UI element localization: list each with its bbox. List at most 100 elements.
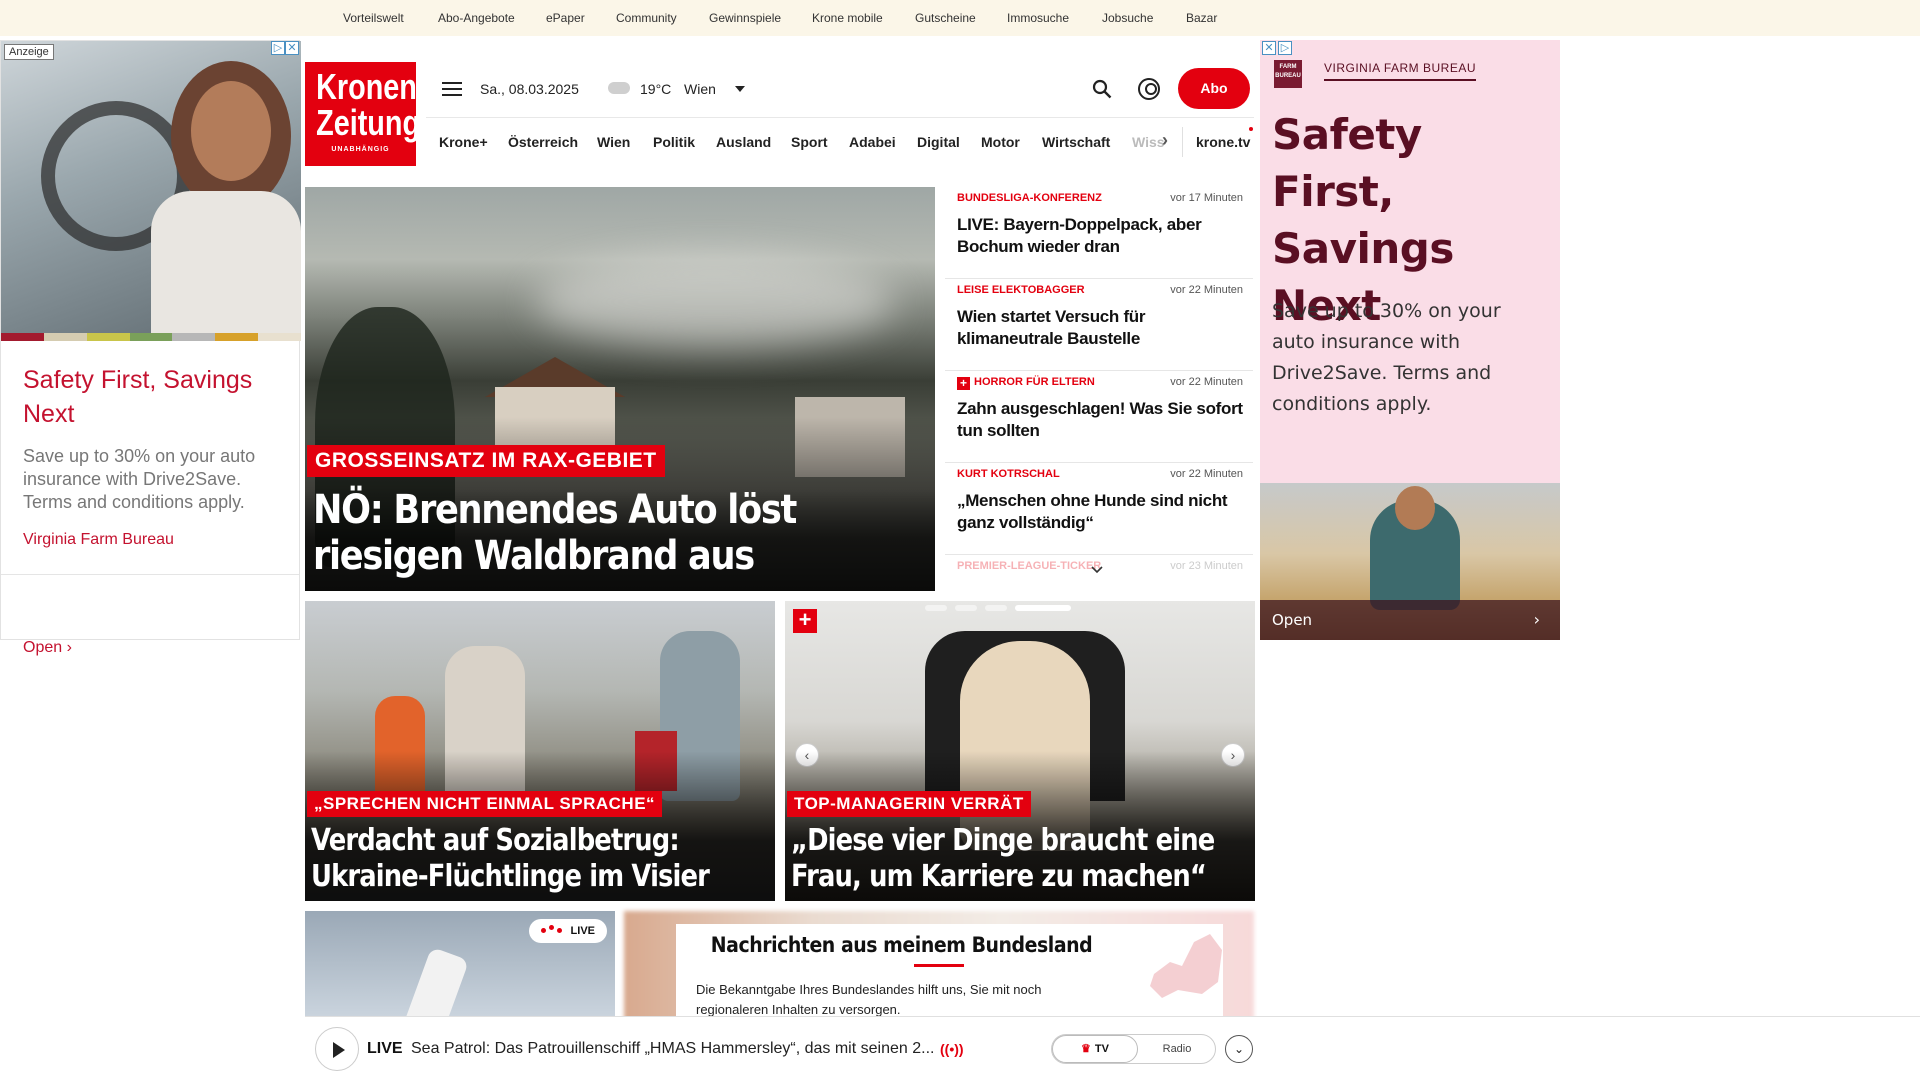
- carousel-dot[interactable]: [955, 605, 977, 611]
- bundesland-text: Die Bekanntgabe Ihres Bundeslandes hilft…: [696, 982, 1042, 1017]
- carousel-dot-active[interactable]: [1015, 605, 1071, 611]
- nav-item-wien[interactable]: Wien: [597, 134, 630, 150]
- abo-button[interactable]: Abo: [1178, 68, 1250, 109]
- nav-item-wissen[interactable]: Wiss: [1132, 134, 1165, 150]
- ticker-item[interactable]: KURT KOTRSCHAL vor 22 Minuten „Menschen …: [945, 463, 1253, 555]
- broadcast-icon: ((•)): [940, 1041, 964, 1057]
- ad-left-image[interactable]: [1, 41, 301, 341]
- strip-color-6: [215, 333, 259, 341]
- article-card-karriere[interactable]: + ‹ › TOP-MANAGERIN VERRÄT „Diese vier D…: [785, 601, 1255, 901]
- radio-toggle-option[interactable]: Radio: [1138, 1035, 1216, 1063]
- strip-color-3: [86, 333, 130, 341]
- topbar-link-abo-angebote[interactable]: Abo-Angebote: [438, 11, 515, 25]
- play-icon[interactable]: [315, 1027, 359, 1071]
- ad-color-strip: [1, 333, 301, 341]
- kronen-zeitung-logo[interactable]: Kronen Zeitung UNABHÄNGIG: [305, 62, 420, 166]
- ticker-title[interactable]: LIVE: Bayern-Doppelpack, aber Bochum wie…: [957, 214, 1247, 258]
- article-card-sozialbetrug[interactable]: „SPRECHEN NICHT EINMAL SPRACHE“ Verdacht…: [305, 601, 775, 901]
- nav-item-motor[interactable]: Motor: [981, 134, 1020, 150]
- ad-right[interactable]: FARM BUREAU VIRGINIA FARM BUREAU Safety …: [1260, 40, 1560, 640]
- tv-radio-toggle[interactable]: ♛ TV Radio: [1051, 1034, 1216, 1064]
- nav-top-divider: [426, 117, 1254, 118]
- nav-item-ausland[interactable]: Ausland: [716, 134, 771, 150]
- ad-left-body: Save up to 30% on your auto insurance wi…: [23, 446, 256, 512]
- nav-item-adabei[interactable]: Adabei: [849, 134, 896, 150]
- ticker-title[interactable]: „Menschen ohne Hunde sind nicht ganz vol…: [957, 490, 1247, 534]
- chevron-down-icon[interactable]: ⌄: [1225, 1035, 1253, 1063]
- ad-close-icon[interactable]: ✕: [285, 41, 299, 55]
- nav-separator: [1182, 127, 1183, 157]
- farm-bureau-logo: FARM BUREAU: [1274, 60, 1302, 88]
- cloud-icon: [608, 82, 630, 94]
- ad-right-body: Save up to 30% on your auto insurance wi…: [1272, 300, 1501, 415]
- nav-item-digital[interactable]: Digital: [917, 134, 960, 150]
- card-title[interactable]: „Diese vier Dinge braucht eine Frau, um …: [791, 823, 1215, 895]
- topbar-link-krone-mobile[interactable]: Krone mobile: [812, 11, 883, 25]
- ticker-item[interactable]: BUNDESLIGA-KONFERENZ vor 17 Minuten LIVE…: [945, 187, 1253, 279]
- tv-toggle-option[interactable]: ♛ TV: [1052, 1035, 1138, 1063]
- live-indicator-dot: [1249, 127, 1253, 131]
- hero-title[interactable]: NÖ: Brennendes Auto löst riesigen Waldbr…: [313, 487, 841, 579]
- topbar-link-jobsuche[interactable]: Jobsuche: [1102, 11, 1153, 25]
- krone-plus-icon: +: [793, 609, 817, 633]
- strip-color-5: [172, 333, 216, 341]
- nav-item-politik[interactable]: Politik: [653, 134, 695, 150]
- man-face-shape: [1395, 486, 1435, 530]
- ad-right-brand[interactable]: VIRGINIA FARM BUREAU: [1324, 61, 1477, 81]
- header-location[interactable]: Wien: [684, 81, 716, 97]
- chevron-down-icon[interactable]: [735, 86, 745, 92]
- player-now-playing[interactable]: Sea Patrol: Das Patrouillenschiff „HMAS …: [411, 1040, 934, 1058]
- search-icon[interactable]: [1092, 79, 1112, 99]
- adchoices-icon[interactable]: ▷: [271, 41, 285, 55]
- topbar-link-vorteilswelt[interactable]: Vorteilswelt: [343, 11, 404, 25]
- ticker-item[interactable]: LEISE ELEKTOBAGGER vor 22 Minuten Wien s…: [945, 279, 1253, 371]
- topbar-link-community[interactable]: Community: [616, 11, 677, 25]
- topbar-link-epaper[interactable]: ePaper: [546, 11, 585, 25]
- strip-color-2: [43, 333, 87, 341]
- nav-item-wirtschaft[interactable]: Wirtschaft: [1042, 134, 1110, 150]
- news-ticker: BUNDESLIGA-KONFERENZ vor 17 Minuten LIVE…: [945, 187, 1253, 591]
- ad-left-brand[interactable]: Virginia Farm Bureau: [23, 531, 174, 549]
- card-title[interactable]: Verdacht auf Sozialbetrug: Ukraine-Flüch…: [311, 823, 715, 895]
- nav-item-oesterreich[interactable]: Österreich: [508, 134, 578, 150]
- hero-article[interactable]: GROSSEINSATZ IM RAX-GEBIET NÖ: Brennende…: [305, 187, 935, 591]
- nav-item-krone-plus[interactable]: Krone+: [439, 134, 488, 150]
- ticker-time: vor 23 Minuten: [1170, 560, 1243, 572]
- topbar-link-gutscheine[interactable]: Gutscheine: [915, 11, 976, 25]
- topbar-link-bazar[interactable]: Bazar: [1186, 11, 1217, 25]
- menu-icon[interactable]: [442, 82, 462, 96]
- ticker-item[interactable]: + HORROR FÜR ELTERN vor 22 Minuten Zahn a…: [945, 371, 1253, 463]
- strip-color-7: [258, 333, 301, 341]
- ticker-title[interactable]: Wien startet Versuch für klimaneutrale B…: [957, 306, 1247, 350]
- ad-close-icon[interactable]: ✕: [1262, 41, 1276, 55]
- live-badge-label: LIVE: [570, 925, 595, 937]
- topbar-link-gewinnspiele[interactable]: Gewinnspiele: [709, 11, 781, 25]
- ticker-category: HORROR FÜR ELTERN: [974, 376, 1095, 388]
- carousel-dots: [925, 605, 1071, 611]
- ticker-expand-chevron-icon[interactable]: [1091, 566, 1103, 574]
- nav-scroll-right-icon[interactable]: ›: [1162, 130, 1168, 151]
- nav-item-krone-tv[interactable]: krone.tv: [1196, 134, 1250, 150]
- live-player-bar: LIVE Sea Patrol: Das Patrouillenschiff „…: [305, 1016, 1920, 1080]
- nav-item-sport[interactable]: Sport: [791, 134, 828, 150]
- card-title-line: „Diese vier Dinge braucht eine: [791, 823, 1215, 858]
- ad-right-open-button[interactable]: Open ›: [1260, 600, 1560, 640]
- user-account-icon[interactable]: [1138, 78, 1160, 100]
- logo-tagline: UNABHÄNGIG: [331, 146, 390, 153]
- carousel-dot[interactable]: [985, 605, 1007, 611]
- ad-left[interactable]: Anzeige ▷ ✕ Safety First, Savings Next S…: [0, 40, 301, 656]
- krone-plus-icon: +: [957, 377, 970, 390]
- ticker-title[interactable]: Zahn ausgeschlagen! Was Sie sofort tun s…: [957, 398, 1247, 442]
- player-live-label: LIVE: [367, 1040, 403, 1057]
- ad-left-open-button[interactable]: Open ›: [23, 639, 72, 657]
- card-title-line: Frau, um Karriere zu machen“: [791, 859, 1207, 894]
- strip-color-1: [1, 333, 44, 341]
- live-badge: LIVE: [529, 919, 607, 943]
- topbar-link-immosuche[interactable]: Immosuche: [1007, 11, 1069, 25]
- ad-left-headline[interactable]: Safety First, Savings Next: [23, 363, 283, 431]
- adchoices-icon[interactable]: ▷: [1278, 41, 1292, 55]
- driver-shirt-shape: [151, 191, 301, 341]
- carousel-dot[interactable]: [925, 605, 947, 611]
- ticker-category: LEISE ELEKTOBAGGER: [957, 284, 1085, 296]
- bundesland-title: Nachrichten aus meinem Bundesland: [710, 933, 1093, 957]
